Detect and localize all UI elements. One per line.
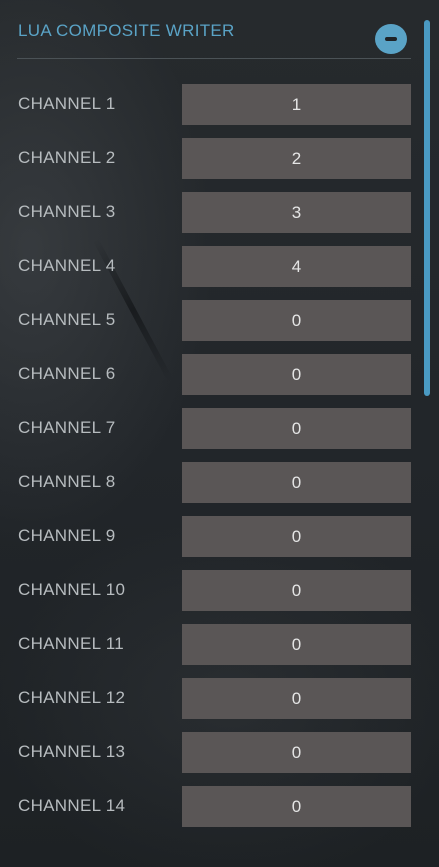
channel-2-input[interactable]	[182, 138, 411, 179]
scrollbar-thumb[interactable]	[424, 20, 430, 396]
channel-label: CHANNEL 3	[18, 202, 116, 221]
channel-label: CHANNEL 13	[18, 742, 126, 761]
channel-row-9: CHANNEL 9	[17, 516, 411, 558]
channel-14-input[interactable]	[182, 786, 411, 827]
panel-header: LUA COMPOSITE WRITER	[17, 18, 411, 59]
channel-row-4: CHANNEL 4	[17, 246, 411, 288]
channel-label: CHANNEL 14	[18, 796, 126, 815]
channel-label: CHANNEL 9	[18, 526, 116, 545]
channel-label: CHANNEL 10	[18, 580, 126, 599]
panel-title: LUA COMPOSITE WRITER	[18, 21, 235, 40]
channel-label: CHANNEL 1	[18, 94, 116, 113]
channel-row-1: CHANNEL 1	[17, 84, 411, 126]
channel-label: CHANNEL 7	[18, 418, 116, 437]
channel-7-input[interactable]	[182, 408, 411, 449]
channel-label: CHANNEL 2	[18, 148, 116, 167]
channel-row-5: CHANNEL 5	[17, 300, 411, 342]
channel-1-input[interactable]	[182, 84, 411, 125]
channel-13-input[interactable]	[182, 732, 411, 773]
channel-11-input[interactable]	[182, 624, 411, 665]
channel-label: CHANNEL 5	[18, 310, 116, 329]
channel-label: CHANNEL 4	[18, 256, 116, 275]
channel-row-12: CHANNEL 12	[17, 678, 411, 720]
channel-10-input[interactable]	[182, 570, 411, 611]
channel-label: CHANNEL 6	[18, 364, 116, 383]
channel-row-13: CHANNEL 13	[17, 732, 411, 774]
collapse-button[interactable]	[375, 24, 407, 54]
channel-row-10: CHANNEL 10	[17, 570, 411, 612]
channel-label: CHANNEL 8	[18, 472, 116, 491]
channel-4-input[interactable]	[182, 246, 411, 287]
channel-3-input[interactable]	[182, 192, 411, 233]
channel-label: CHANNEL 12	[18, 688, 126, 707]
channel-6-input[interactable]	[182, 354, 411, 395]
channel-row-3: CHANNEL 3	[17, 192, 411, 234]
channel-row-14: CHANNEL 14	[17, 786, 411, 828]
minus-circle-icon	[385, 37, 397, 41]
channel-8-input[interactable]	[182, 462, 411, 503]
channel-12-input[interactable]	[182, 678, 411, 719]
channel-9-input[interactable]	[182, 516, 411, 557]
channel-row-8: CHANNEL 8	[17, 462, 411, 504]
channel-5-input[interactable]	[182, 300, 411, 341]
channel-row-2: CHANNEL 2	[17, 138, 411, 180]
lua-composite-writer-panel: LUA COMPOSITE WRITER CHANNEL 1 CHANNEL 2…	[0, 0, 439, 867]
channel-row-11: CHANNEL 11	[17, 624, 411, 666]
channel-row-7: CHANNEL 7	[17, 408, 411, 450]
channel-row-6: CHANNEL 6	[17, 354, 411, 396]
channel-label: CHANNEL 11	[18, 634, 124, 653]
